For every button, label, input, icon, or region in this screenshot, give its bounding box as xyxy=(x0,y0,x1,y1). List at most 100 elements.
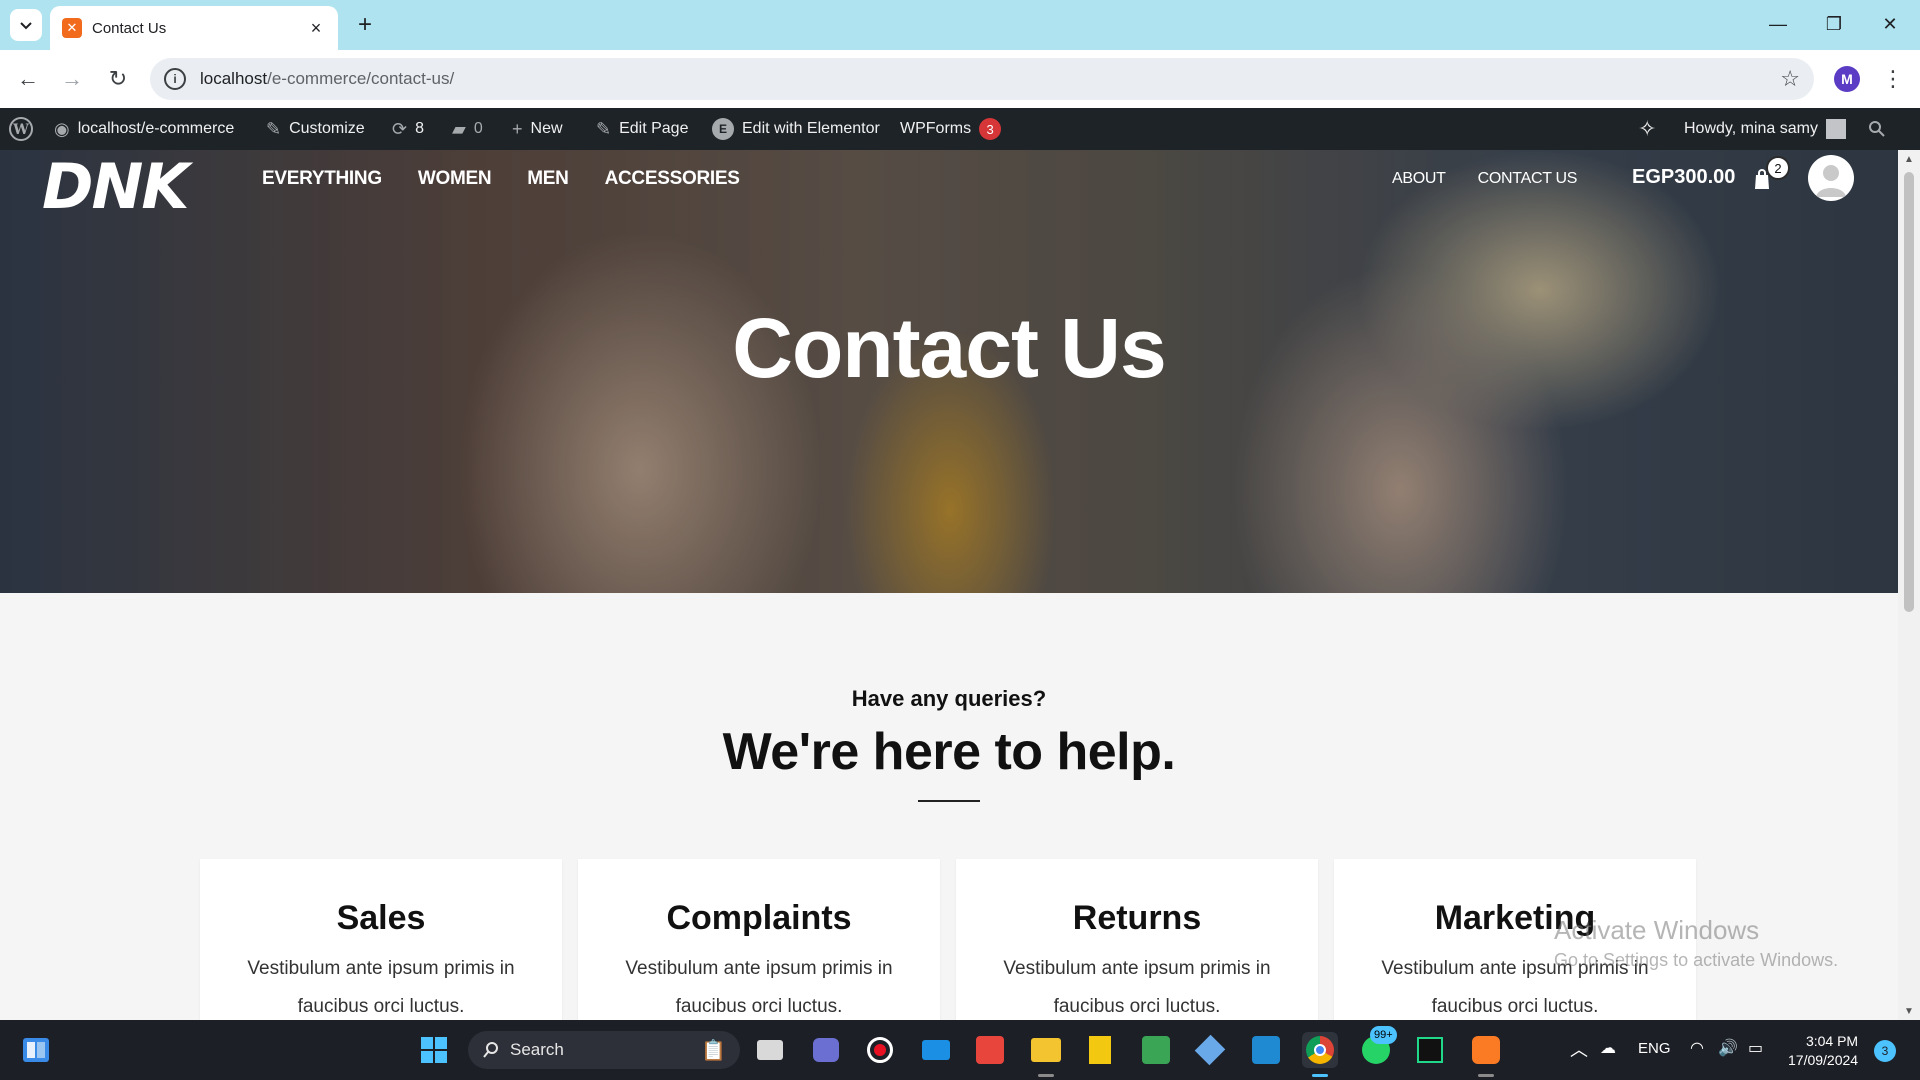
restore-button[interactable]: ❐ xyxy=(1806,6,1862,42)
card-title: Sales xyxy=(336,899,426,937)
address-bar[interactable]: i localhost/e-commerce/contact-us/ ☆ xyxy=(150,58,1814,100)
pycharm-icon[interactable] xyxy=(1412,1032,1448,1068)
nav-item-men[interactable]: MEN xyxy=(527,168,569,190)
widgets-icon[interactable] xyxy=(18,1032,54,1068)
battery-icon[interactable]: ▭ xyxy=(1748,1038,1763,1058)
elementor-icon: E xyxy=(712,118,734,140)
reload-button[interactable]: ↻ xyxy=(102,63,134,95)
nav-item-contact[interactable]: CONTACT US xyxy=(1478,170,1578,188)
back-button[interactable]: ← xyxy=(12,63,44,95)
chrome-icon[interactable] xyxy=(1302,1032,1338,1068)
tab-close-icon[interactable]: × xyxy=(306,18,326,38)
admin-new-link[interactable]: + New xyxy=(512,108,563,150)
card-title: Returns xyxy=(1072,899,1202,937)
virtualbox-icon[interactable] xyxy=(1192,1032,1228,1068)
tab-search-button[interactable] xyxy=(10,9,42,41)
card-text: Vestibulum ante ipsum primis in faucibus … xyxy=(1003,958,1271,1017)
tab-title: Contact Us xyxy=(92,19,167,37)
ai-sparkle-icon[interactable]: ✧ xyxy=(1638,108,1656,150)
hero-title: Contact Us xyxy=(732,301,1166,395)
card-sales: Sales Vestibulum ante ipsum primis in fau… xyxy=(200,859,562,1020)
main-nav: EVERYTHING WOMEN MEN ACCESSORIES xyxy=(262,168,740,190)
tray-chevron-icon[interactable]: ︿ xyxy=(1570,1036,1588,1062)
xampp-icon[interactable] xyxy=(1468,1032,1504,1068)
taskbar-search[interactable]: Search 📋 xyxy=(468,1031,740,1069)
user-avatar-icon xyxy=(1825,119,1846,139)
card-text: Vestibulum ante ipsum primis in faucibus … xyxy=(247,958,515,1017)
nav-item-about[interactable]: ABOUT xyxy=(1392,170,1446,188)
nav-item-women[interactable]: WOMEN xyxy=(418,168,492,190)
close-window-button[interactable]: ✕ xyxy=(1862,6,1918,42)
wordpress-logo-icon[interactable]: W xyxy=(8,108,34,150)
profile-avatar[interactable]: M xyxy=(1834,66,1860,92)
updates-icon: ⟳ xyxy=(392,118,408,139)
xampp-favicon-icon: ✕ xyxy=(62,18,82,38)
system-clock[interactable]: 3:04 PM 17/09/2024 xyxy=(1788,1032,1858,1070)
bookmark-star-icon[interactable]: ☆ xyxy=(1780,66,1800,92)
scroll-down-icon[interactable]: ▼ xyxy=(1898,1002,1920,1020)
running-indicator xyxy=(1038,1074,1054,1077)
nav-item-accessories[interactable]: ACCESSORIES xyxy=(605,168,740,190)
start-button-icon[interactable] xyxy=(416,1032,452,1068)
scrollbar-thumb[interactable] xyxy=(1904,172,1914,612)
dashboard-icon: ◉ xyxy=(54,118,70,139)
file-explorer-icon[interactable] xyxy=(1028,1032,1064,1068)
cart-count-badge: 2 xyxy=(1766,156,1790,180)
minimize-button[interactable]: — xyxy=(1750,6,1806,42)
card-text: Vestibulum ante ipsum primis in faucibus … xyxy=(625,958,893,1017)
chevron-down-icon xyxy=(20,22,32,30)
card-returns: Returns Vestibulum ante ipsum primis in f… xyxy=(956,859,1318,1020)
search-highlight-icon: 📋 xyxy=(701,1039,726,1062)
site-logo[interactable]: DNK xyxy=(42,150,189,223)
browser-tab-active[interactable]: ✕ Contact Us × xyxy=(50,6,338,50)
notification-badge[interactable]: 3 xyxy=(1874,1040,1896,1062)
active-app-indicator xyxy=(1312,1074,1328,1077)
browser-tab-strip: ✕ Contact Us × + — ❐ ✕ xyxy=(0,0,1920,50)
pencil-icon: ✎ xyxy=(596,118,612,139)
wifi-icon[interactable]: ◠ xyxy=(1690,1038,1704,1058)
page-scrollbar[interactable]: ▲ ▼ xyxy=(1898,150,1920,1020)
mail-icon[interactable] xyxy=(918,1032,954,1068)
admin-account-menu[interactable]: Howdy, mina samy xyxy=(1684,108,1846,150)
admin-edit-page-link[interactable]: ✎ Edit Page xyxy=(596,108,688,150)
running-indicator xyxy=(1478,1074,1494,1077)
contact-cards: Sales Vestibulum ante ipsum primis in fau… xyxy=(200,859,1696,1020)
anydesk-icon[interactable] xyxy=(972,1032,1008,1068)
forward-button[interactable]: → xyxy=(56,63,88,95)
cart-total[interactable]: EGP300.00 xyxy=(1632,166,1735,189)
volume-icon[interactable]: 🔊 xyxy=(1718,1038,1738,1058)
record-icon[interactable] xyxy=(862,1032,898,1068)
intro-section: Have any queries? We're here to help. xyxy=(0,686,1898,782)
admin-customize-link[interactable]: ✎ Customize xyxy=(266,108,365,150)
windows-taskbar: Search 📋 99+ ︿ ☁ ENG ◠ 🔊 ▭ 3:04 PM 17/09… xyxy=(0,1020,1920,1080)
nav-item-everything[interactable]: EVERYTHING xyxy=(262,168,382,190)
admin-wpforms-link[interactable]: WPForms 3 xyxy=(900,108,1002,150)
admin-search-icon[interactable] xyxy=(1868,108,1886,150)
card-title: Complaints xyxy=(666,899,852,937)
secondary-nav: ABOUT CONTACT US xyxy=(1392,170,1577,188)
intro-title: We're here to help. xyxy=(722,723,1176,781)
new-tab-button[interactable]: + xyxy=(350,10,380,40)
onedrive-icon[interactable]: ☁ xyxy=(1600,1038,1616,1058)
task-view-icon[interactable] xyxy=(752,1032,788,1068)
svg-text:W: W xyxy=(12,122,29,138)
search-icon xyxy=(483,1042,498,1058)
browser-menu-icon[interactable]: ⋮ xyxy=(1880,62,1906,96)
vscode-icon[interactable] xyxy=(1248,1032,1284,1068)
wpforms-count-badge: 3 xyxy=(979,118,1002,140)
hero-banner: DNK EVERYTHING WOMEN MEN ACCESSORIES ABO… xyxy=(0,150,1898,593)
site-info-icon[interactable]: i xyxy=(164,68,186,90)
language-indicator[interactable]: ENG xyxy=(1638,1040,1671,1057)
scroll-up-icon[interactable]: ▲ xyxy=(1898,150,1920,168)
url-text[interactable]: localhost/e-commerce/contact-us/ xyxy=(200,69,1780,89)
section-divider xyxy=(918,800,980,802)
teams-icon[interactable] xyxy=(808,1032,844,1068)
admin-comments-link[interactable]: ▰ 0 xyxy=(452,108,483,150)
admin-updates-link[interactable]: ⟳ 8 xyxy=(392,108,424,150)
admin-elementor-link[interactable]: E Edit with Elementor xyxy=(712,108,880,150)
account-avatar-icon[interactable] xyxy=(1808,155,1854,201)
power-bi-icon[interactable] xyxy=(1082,1032,1118,1068)
sql-tool-icon[interactable] xyxy=(1138,1032,1174,1068)
admin-site-link[interactable]: ◉ localhost/e-commerce xyxy=(54,108,234,150)
plus-icon: + xyxy=(512,118,523,139)
